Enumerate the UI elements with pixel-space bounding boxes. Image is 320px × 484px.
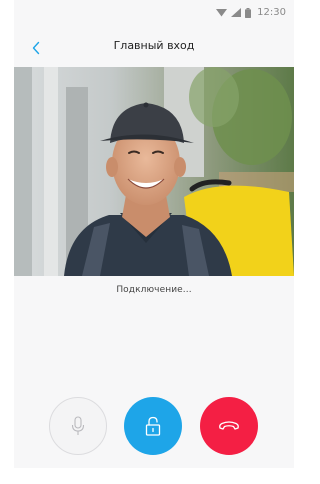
status-bar: 12:30 — [14, 0, 294, 28]
status-time: 12:30 — [257, 7, 286, 18]
wifi-icon — [216, 9, 228, 17]
mute-button[interactable] — [49, 397, 107, 455]
unlock-door-button[interactable] — [124, 397, 182, 455]
battery-icon — [245, 7, 252, 18]
camera-feed — [14, 67, 294, 276]
hang-up-button[interactable] — [200, 397, 258, 455]
microphone-icon — [71, 416, 85, 435]
call-status-text: Подключение... — [116, 285, 192, 295]
status-icons: 12:30 — [216, 7, 286, 18]
call-controls — [14, 397, 294, 459]
call-screen: 12:30 Главный вход Подключение... — [14, 0, 294, 468]
lock-icon — [145, 416, 161, 436]
hang-up-icon — [219, 421, 239, 430]
visitor-image — [14, 67, 294, 276]
app-header: Главный вход — [14, 28, 294, 66]
page-title: Главный вход — [113, 39, 195, 52]
signal-icon — [231, 8, 242, 17]
